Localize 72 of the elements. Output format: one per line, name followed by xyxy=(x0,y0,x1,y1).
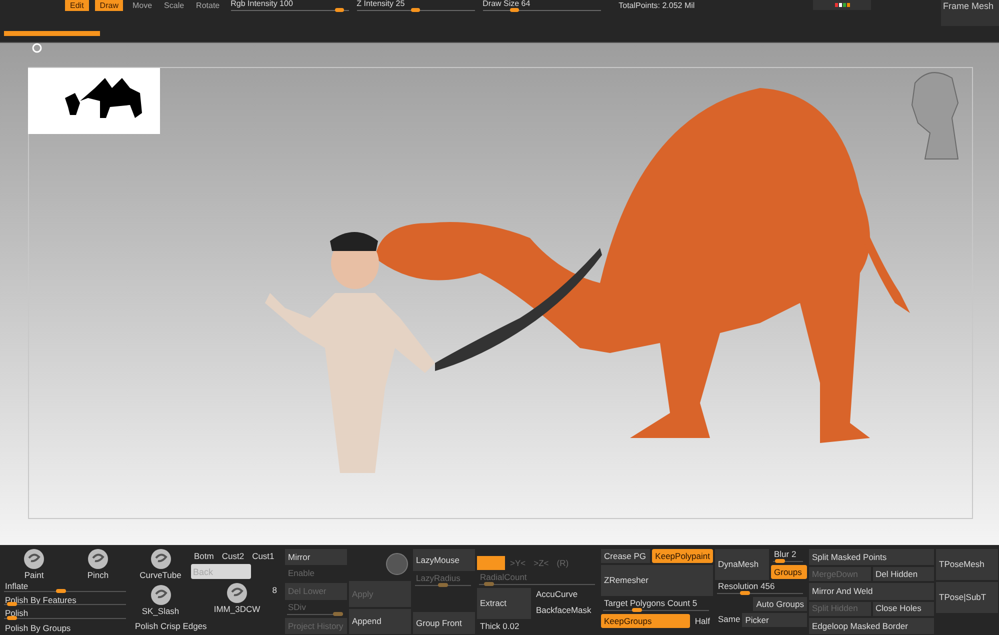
palette-button[interactable]: Crease PG xyxy=(601,549,650,563)
slider[interactable]: Inflate xyxy=(2,580,130,594)
palette-tab[interactable]: Cust2 xyxy=(218,549,248,563)
brush-sphere-icon xyxy=(226,582,248,604)
palette-button[interactable]: LazyMouse xyxy=(413,549,475,572)
brush-button[interactable]: CurveTube xyxy=(132,548,189,580)
slider-thumb[interactable] xyxy=(775,559,785,563)
count-label: 8 xyxy=(272,586,277,594)
mode-button[interactable]: Move xyxy=(129,0,156,11)
palette-button[interactable]: Close Holes xyxy=(872,602,934,616)
palette-button[interactable]: KeepGroups xyxy=(601,614,690,628)
brush-button[interactable]: Pinch xyxy=(87,548,109,580)
rotate-icon[interactable] xyxy=(32,43,42,53)
palette-button[interactable]: Extract xyxy=(477,588,531,619)
palette-button[interactable]: TPoseMesh xyxy=(936,549,998,580)
palette-button[interactable]: ZRemesher xyxy=(601,565,713,596)
total-points-label: TotalPoints: 2.052 Mil xyxy=(618,0,695,12)
option-label: AccuCurve xyxy=(535,588,578,601)
brush-sphere-icon xyxy=(23,548,45,570)
brush-button[interactable]: Paint xyxy=(23,548,45,580)
slider-thumb[interactable] xyxy=(411,8,420,12)
slider[interactable]: Rgb Intensity 100 xyxy=(230,0,349,11)
mode-button[interactable]: Draw xyxy=(94,0,124,11)
slider-thumb[interactable] xyxy=(7,602,18,606)
option-label: Same xyxy=(717,613,740,626)
palette-tab[interactable]: Botm xyxy=(191,549,217,563)
palette-button[interactable]: Del Hidden xyxy=(872,567,934,582)
palette-button[interactable]: DynaMesh xyxy=(715,549,769,580)
slider-thumb[interactable] xyxy=(740,591,750,595)
toggle-button[interactable] xyxy=(477,556,505,570)
slider-thumb[interactable] xyxy=(632,608,642,612)
color-swatch-icon[interactable] xyxy=(813,0,871,10)
slider[interactable]: Polish By Features xyxy=(2,594,130,608)
option-label: Enable xyxy=(287,567,314,580)
palette-button[interactable]: Auto Groups xyxy=(753,597,807,611)
palette-button[interactable]: Picker xyxy=(742,613,807,627)
slider[interactable]: Z Intensity 25 xyxy=(356,0,475,11)
slider-thumb[interactable] xyxy=(335,8,344,12)
palette-button[interactable]: KeepPolypaint xyxy=(652,549,713,563)
lazymouse-icon[interactable] xyxy=(386,553,408,575)
brush-button[interactable]: IMM_3DCW 8 xyxy=(191,582,283,614)
slider-thumb[interactable] xyxy=(7,616,18,620)
palette-button[interactable]: Mirror And Weld xyxy=(809,583,934,600)
slider-thumb[interactable] xyxy=(56,588,66,593)
option-label: Polish By Groups xyxy=(4,622,71,635)
palette-button[interactable]: Mirror xyxy=(285,549,347,566)
slider-thumb[interactable] xyxy=(510,8,519,12)
palette-tab[interactable]: Half xyxy=(692,614,713,628)
brush-sphere-icon xyxy=(87,548,109,570)
frame-mesh-button[interactable]: Frame Mesh xyxy=(941,0,999,26)
mode-button[interactable]: Edit xyxy=(65,0,89,11)
brush-sphere-icon xyxy=(150,584,172,606)
brush-sphere-icon xyxy=(150,548,172,570)
palette-button[interactable]: Edgeloop Masked Border xyxy=(809,618,934,634)
option-label: Thick 0.02 xyxy=(479,620,520,633)
slider[interactable]: Target Polygons Count 5 xyxy=(601,597,713,613)
mode-button[interactable]: Scale xyxy=(161,0,188,11)
slider[interactable]: Resolution 456 xyxy=(715,580,807,596)
palette-tab[interactable]: Cust1 xyxy=(249,549,278,563)
palette-button[interactable]: Split Masked Points xyxy=(809,549,934,566)
palette-button[interactable]: Group Front xyxy=(413,612,475,634)
slider[interactable]: Polish xyxy=(2,607,130,622)
head-navigation-icon[interactable] xyxy=(912,72,958,160)
palette-button[interactable]: TPose|SubT xyxy=(936,582,998,613)
mode-button[interactable]: Rotate xyxy=(193,0,223,11)
option-label: Polish Crisp Edges xyxy=(134,620,207,634)
slider[interactable]: Blur 2 xyxy=(771,548,807,564)
palette-button[interactable]: Append xyxy=(349,608,411,634)
option-label: BackfaceMask xyxy=(535,604,592,617)
brush-button[interactable]: SK_Slash xyxy=(132,584,189,616)
slider[interactable]: Draw Size 64 xyxy=(482,0,601,11)
palette-button[interactable]: Groups xyxy=(771,565,807,579)
